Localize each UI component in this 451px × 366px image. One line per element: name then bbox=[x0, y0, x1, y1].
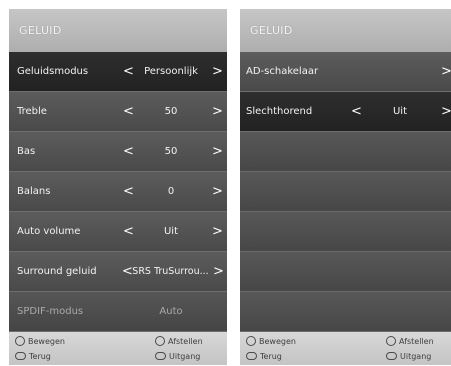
chevron-right-icon[interactable]: > bbox=[212, 132, 223, 171]
sound-menu-panel-right: GELUID AD-schakelaar > Slechthorend < Ui… bbox=[240, 9, 451, 365]
hint-label: Terug bbox=[29, 352, 51, 361]
chevron-right-icon[interactable]: > bbox=[213, 252, 224, 291]
hint-label: Uitgang bbox=[169, 352, 201, 361]
hint-adjust: Afstellen bbox=[386, 335, 434, 348]
chevron-right-icon[interactable]: > bbox=[212, 212, 223, 251]
dpad-icon bbox=[155, 335, 165, 346]
menu-row-slechthorend[interactable]: Slechthorend < Uit > bbox=[240, 92, 451, 132]
row-label: Bas bbox=[17, 146, 36, 157]
chevron-left-icon[interactable]: < bbox=[351, 92, 362, 131]
chevron-right-icon[interactable]: > bbox=[441, 92, 451, 131]
row-label: SPDIF-modus bbox=[17, 306, 84, 317]
hint-label: Terug bbox=[260, 352, 282, 361]
row-value: Uit bbox=[163, 226, 179, 237]
row-label: Auto volume bbox=[17, 226, 81, 237]
sound-menu-panel-left: GELUID Geluidsmodus < Persoonlijk > Treb… bbox=[9, 9, 227, 365]
hint-move: Bewegen bbox=[15, 335, 65, 348]
menu-button-icon bbox=[246, 351, 257, 360]
exit-button-icon bbox=[155, 351, 166, 360]
row-label: Geluidsmodus bbox=[17, 66, 89, 77]
menu-row-treble[interactable]: Treble < 50 > bbox=[9, 92, 227, 132]
row-value: 0 bbox=[167, 186, 175, 197]
row-value: 50 bbox=[164, 106, 178, 117]
menu-row-geluidsmodus[interactable]: Geluidsmodus < Persoonlijk > bbox=[9, 52, 227, 92]
hint-label: Afstellen bbox=[399, 337, 434, 346]
row-label: Slechthorend bbox=[246, 106, 313, 117]
hint-adjust: Afstellen bbox=[155, 335, 203, 348]
menu-title: GELUID bbox=[9, 9, 227, 52]
hint-label: Bewegen bbox=[28, 337, 65, 346]
row-value: Uit bbox=[392, 106, 408, 117]
hint-back: Terug bbox=[246, 350, 282, 363]
hint-label: Uitgang bbox=[400, 352, 432, 361]
menu-row-balans[interactable]: Balans < 0 > bbox=[9, 172, 227, 212]
row-value: Persoonlijk bbox=[144, 66, 198, 77]
dpad-icon bbox=[246, 335, 256, 346]
row-label: Surround geluid bbox=[17, 266, 97, 277]
hint-exit: Uitgang bbox=[155, 350, 200, 363]
hint-back: Terug bbox=[15, 350, 51, 363]
chevron-right-icon[interactable]: > bbox=[212, 92, 223, 131]
menu-button-icon bbox=[15, 351, 26, 360]
empty-row bbox=[240, 252, 451, 292]
row-label: Treble bbox=[17, 106, 47, 117]
chevron-right-icon[interactable]: > bbox=[212, 52, 223, 91]
empty-row bbox=[240, 172, 451, 212]
chevron-right-icon[interactable]: > bbox=[212, 172, 223, 211]
key-hints-footer: Bewegen Afstellen Terug Uitgang bbox=[9, 332, 227, 365]
menu-row-surround-geluid[interactable]: Surround geluid < SRS TruSurrou... > bbox=[9, 252, 227, 292]
row-label: Balans bbox=[17, 186, 51, 197]
menu-title: GELUID bbox=[240, 9, 451, 52]
row-value: Auto bbox=[159, 306, 183, 317]
key-hints-footer: Bewegen Afstellen Terug Uitgang bbox=[240, 332, 451, 365]
chevron-right-icon[interactable]: > bbox=[441, 52, 451, 91]
row-label: AD-schakelaar bbox=[246, 66, 319, 77]
menu-row-bas[interactable]: Bas < 50 > bbox=[9, 132, 227, 172]
empty-row bbox=[240, 212, 451, 252]
row-value: 50 bbox=[164, 146, 178, 157]
hint-exit: Uitgang bbox=[386, 350, 431, 363]
dpad-icon bbox=[386, 335, 396, 346]
empty-row bbox=[240, 132, 451, 172]
empty-row bbox=[240, 292, 451, 332]
menu-row-spdif-modus: SPDIF-modus Auto bbox=[9, 292, 227, 332]
dpad-icon bbox=[15, 335, 25, 346]
hint-move: Bewegen bbox=[246, 335, 296, 348]
hint-label: Bewegen bbox=[259, 337, 296, 346]
menu-row-ad-schakelaar[interactable]: AD-schakelaar > bbox=[240, 52, 451, 92]
hint-label: Afstellen bbox=[168, 337, 203, 346]
menu-row-auto-volume[interactable]: Auto volume < Uit > bbox=[9, 212, 227, 252]
exit-button-icon bbox=[386, 351, 397, 360]
row-value: SRS TruSurrou... bbox=[132, 266, 209, 277]
